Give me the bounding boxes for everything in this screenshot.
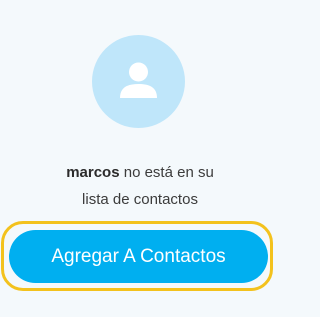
not-in-contacts-message: marcos no está en su lista de contactos — [0, 159, 280, 213]
add-to-contacts-button[interactable]: Agregar A Contactos — [9, 230, 268, 283]
message-text: no está en su — [119, 164, 214, 181]
message-line-1: marcos no está en su — [0, 159, 280, 186]
person-icon — [120, 62, 157, 98]
contact-name: marcos — [66, 164, 120, 181]
message-line-2: lista de contactos — [82, 191, 198, 208]
contact-avatar — [92, 35, 185, 128]
